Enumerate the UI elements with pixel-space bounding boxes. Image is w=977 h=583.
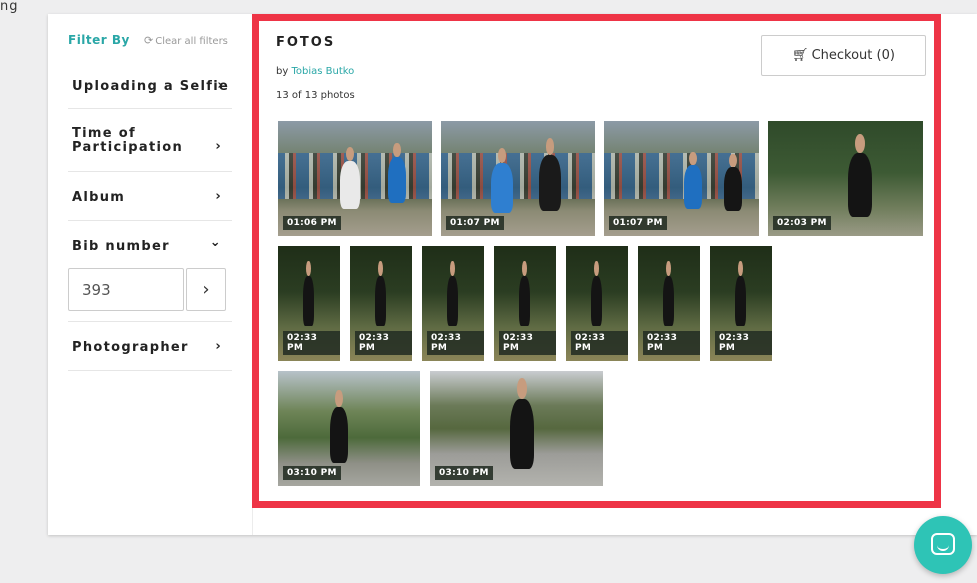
photo-timestamp: 01:07 PM (446, 216, 504, 230)
photo-timestamp: 02:33 PM (499, 331, 556, 355)
chat-launcher-button[interactable] (914, 516, 972, 574)
photo-thumbnail[interactable]: 03:10 PM (278, 371, 420, 486)
clear-all-filters-link[interactable]: ⟳ Clear all filters (144, 34, 228, 47)
filter-item-label: Bib number (72, 239, 170, 254)
photo-thumbnail[interactable]: 02:33 PM (494, 246, 556, 361)
photo-timestamp: 03:10 PM (283, 466, 341, 480)
photo-timestamp: 02:33 PM (571, 331, 628, 355)
filter-item-label: Time of Participation (72, 126, 184, 155)
byline-prefix: by (276, 66, 289, 77)
filter-item-album[interactable]: Album › (68, 172, 232, 221)
photo-thumbnail[interactable]: 02:33 PM (710, 246, 772, 361)
cart-icon: 🛒︎ (792, 48, 809, 63)
photo-thumbnail[interactable]: 02:33 PM (350, 246, 412, 361)
author-link[interactable]: Tobias Butko (291, 66, 354, 77)
chevron-right-icon: › (217, 78, 224, 93)
photo-thumbnail[interactable]: 01:07 PM (441, 121, 595, 236)
bib-search-button[interactable]: › (186, 268, 226, 311)
filter-item-label: Album (72, 190, 126, 205)
page-heading-fragment: ng (0, 0, 19, 14)
content-card: Filter By ⟳ Clear all filters Uploading a… (48, 14, 977, 535)
chevron-right-icon: › (215, 139, 222, 154)
filter-item-label: Photographer (72, 340, 189, 355)
photo-thumbnail[interactable]: 02:33 PM (422, 246, 484, 361)
clear-all-filters-label: Clear all filters (155, 36, 228, 47)
chevron-down-icon: ⌄ (209, 235, 222, 250)
photo-thumbnail[interactable]: 02:33 PM (638, 246, 700, 361)
gallery-title: FOTOS (276, 35, 336, 50)
photo-timestamp: 03:10 PM (435, 466, 493, 480)
photo-timestamp: 02:33 PM (643, 331, 700, 355)
filter-item-label: Uploading a Selfie (72, 79, 230, 94)
photo-thumbnail[interactable]: 02:33 PM (278, 246, 340, 361)
photo-count: 13 of 13 photos (276, 90, 355, 101)
filter-item-photographer[interactable]: Photographer › (68, 322, 232, 371)
chevron-right-icon: › (215, 189, 222, 204)
chevron-right-icon: › (215, 339, 222, 354)
photo-thumbnail[interactable]: 02:33 PM (566, 246, 628, 361)
photo-timestamp: 02:03 PM (773, 216, 831, 230)
photo-thumbnail[interactable]: 02:03 PM (768, 121, 923, 236)
checkout-button[interactable]: 🛒︎ Checkout (0) (761, 35, 926, 76)
gallery-byline: by Tobias Butko (276, 66, 354, 77)
photo-thumbnail[interactable]: 01:06 PM (278, 121, 432, 236)
photo-thumbnail[interactable]: 01:07 PM (604, 121, 759, 236)
photo-timestamp: 01:06 PM (283, 216, 341, 230)
filter-item-selfie[interactable]: Uploading a Selfie › (68, 61, 232, 109)
photo-timestamp: 02:33 PM (283, 331, 340, 355)
filter-header: Filter By ⟳ Clear all filters (68, 33, 238, 49)
chat-icon (931, 533, 955, 555)
filter-item-time-of-participation[interactable]: Time of Participation › (68, 109, 232, 172)
photo-thumbnail[interactable]: 03:10 PM (430, 371, 603, 486)
photo-timestamp: 01:07 PM (609, 216, 667, 230)
refresh-icon: ⟳ (144, 34, 154, 47)
bib-number-input[interactable] (68, 268, 184, 311)
photo-timestamp: 02:33 PM (427, 331, 484, 355)
checkout-label: Checkout (0) (811, 48, 895, 63)
filter-by-label: Filter By (68, 33, 130, 47)
photo-timestamp: 02:33 PM (355, 331, 412, 355)
photo-timestamp: 02:33 PM (715, 331, 772, 355)
